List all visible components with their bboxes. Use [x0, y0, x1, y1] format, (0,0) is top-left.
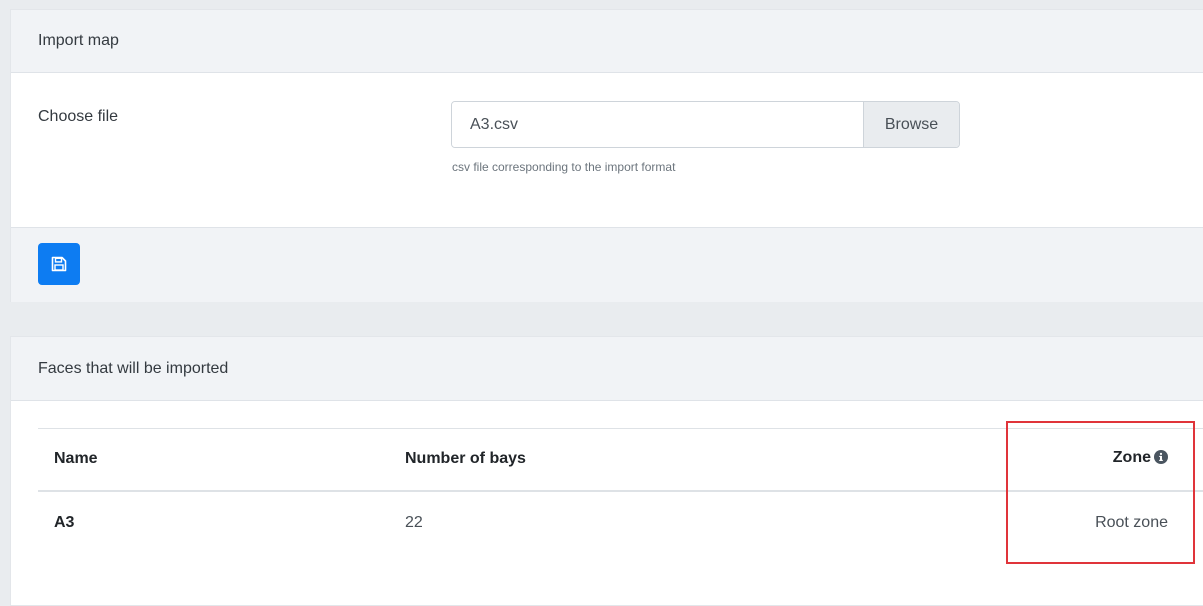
table-header-row: Name Number of bays Zone: [38, 428, 1203, 491]
browse-button[interactable]: Browse: [863, 102, 959, 147]
faces-card: Faces that will be imported Name Number …: [10, 336, 1203, 606]
import-map-body: Choose file A3.csv Browse csv file corre…: [11, 73, 1203, 227]
import-map-header: Import map: [11, 10, 1203, 73]
browse-button-label: Browse: [884, 115, 939, 133]
table-row: A3 22 Root zone: [38, 491, 1203, 554]
column-header-zone: Zone: [1055, 429, 1203, 491]
column-header-name: Name: [54, 450, 98, 468]
cell-zone: Root zone: [1095, 513, 1168, 531]
zone-header-label: Zone: [1112, 449, 1151, 467]
file-help-text: csv file corresponding to the import for…: [452, 160, 676, 174]
file-input[interactable]: A3.csv: [452, 102, 863, 147]
import-map-title: Import map: [38, 32, 119, 49]
faces-table: Name Number of bays Zone A3 22 Root zone: [38, 428, 1203, 554]
faces-table-wrap: Name Number of bays Zone A3 22 Root zone: [38, 428, 1203, 554]
cell-name: A3: [54, 513, 75, 531]
info-circle-icon[interactable]: [1154, 450, 1168, 469]
file-input-group[interactable]: A3.csv Browse: [451, 101, 960, 148]
cell-bays: 22: [405, 513, 423, 531]
file-name-value: A3.csv: [470, 115, 519, 133]
faces-header: Faces that will be imported: [11, 337, 1203, 401]
import-map-card: Import map Choose file A3.csv Browse csv…: [10, 9, 1203, 302]
floppy-disk-icon: [51, 256, 67, 272]
choose-file-label: Choose file: [38, 108, 119, 125]
faces-title: Faces that will be imported: [38, 359, 229, 377]
import-map-footer: [11, 227, 1203, 302]
column-header-bays: Number of bays: [405, 450, 526, 468]
save-button[interactable]: [38, 243, 80, 285]
